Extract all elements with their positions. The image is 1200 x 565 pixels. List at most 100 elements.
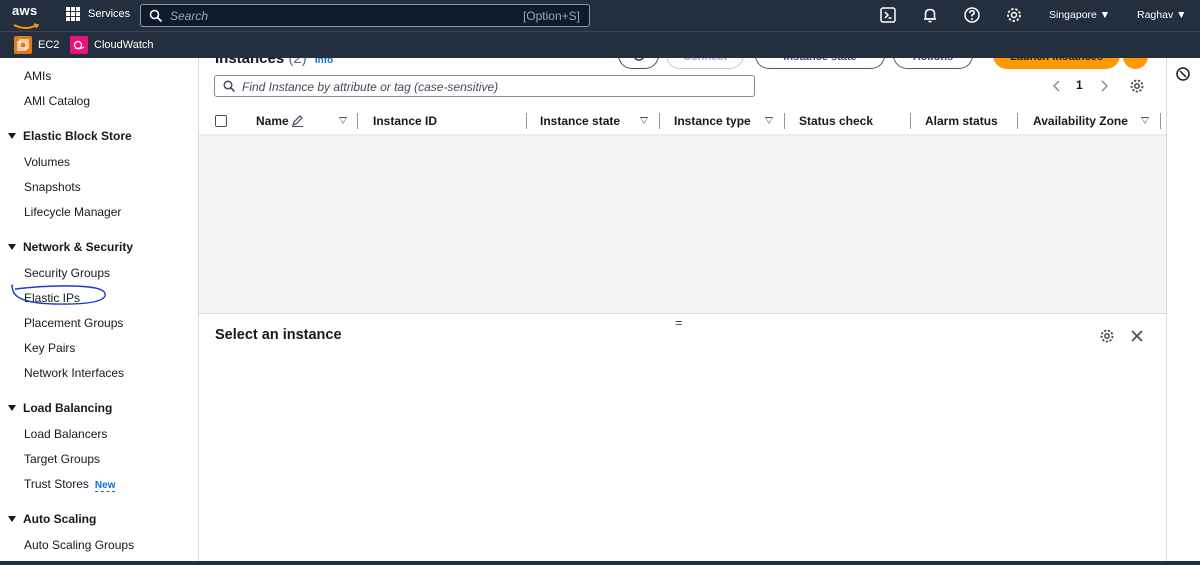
favorites-bar: EC2 CloudWatch — [0, 31, 1200, 58]
region-label: Singapore — [1049, 9, 1097, 21]
current-page[interactable]: 1 — [1076, 78, 1083, 92]
table-body — [199, 136, 1166, 313]
cloudwatch-icon — [70, 36, 88, 54]
caret-down-icon — [8, 405, 16, 411]
sidebar-item-load-balancers[interactable]: Load Balancers — [24, 427, 107, 441]
column-header-alarm-status[interactable]: Alarm status — [925, 114, 998, 128]
bottom-border — [0, 561, 1200, 565]
search-input[interactable]: Search [Option+S] — [140, 4, 590, 27]
instances-panel: Instances (2) Info Connect Instance stat… — [199, 58, 1166, 565]
column-header-availability-zone[interactable]: Availability Zone — [1033, 114, 1128, 128]
resize-handle-icon[interactable]: = — [675, 315, 683, 330]
sidebar-item-placement-groups[interactable]: Placement Groups — [24, 316, 123, 330]
column-divider[interactable] — [910, 113, 911, 129]
gear-icon[interactable] — [1129, 78, 1145, 94]
launch-dropdown-button[interactable] — [1123, 58, 1148, 69]
chevron-left-icon[interactable] — [1051, 79, 1063, 93]
right-rail — [1166, 58, 1200, 565]
sidebar-item-lifecycle-manager[interactable]: Lifecycle Manager — [24, 205, 121, 219]
cloudshell-icon[interactable] — [879, 6, 897, 24]
close-icon[interactable] — [1129, 328, 1145, 344]
sidebar-item-volumes[interactable]: Volumes — [24, 155, 70, 169]
sidebar-section-label: Network & Security — [23, 240, 133, 254]
aws-logo[interactable]: aws — [12, 4, 42, 26]
refresh-button[interactable] — [618, 58, 659, 69]
sidebar-section-elastic-block-store[interactable]: Elastic Block Store — [8, 129, 132, 143]
help-icon[interactable] — [963, 6, 981, 24]
bell-icon[interactable] — [921, 6, 939, 24]
column-header-status-check[interactable]: Status check — [799, 114, 873, 128]
search-shortcut: [Option+S] — [523, 9, 580, 23]
sidebar-section-load-balancing[interactable]: Load Balancing — [8, 401, 112, 415]
caret-down-icon — [8, 133, 16, 139]
column-divider[interactable] — [784, 113, 785, 129]
panel-header-clip: Instances (2) Info Connect Instance stat… — [199, 58, 1166, 70]
column-header-instance-type[interactable]: Instance type — [674, 114, 751, 128]
user-label: Raghav — [1137, 9, 1173, 21]
instance-state-button[interactable]: Instance state — [755, 58, 885, 69]
caret-down-icon — [8, 516, 16, 522]
edit-icon — [291, 114, 304, 127]
connect-button[interactable]: Connect — [666, 58, 744, 69]
annotation-circle — [9, 283, 109, 311]
sidebar-item-amis[interactable]: AMIs — [24, 69, 51, 83]
sidebar: AMIs AMI Catalog Elastic Block Store Vol… — [0, 58, 199, 565]
sort-caret-icon[interactable] — [640, 117, 648, 124]
sidebar-item-label: Trust Stores — [24, 477, 89, 491]
user-menu[interactable]: Raghav ▼ — [1137, 9, 1187, 21]
instance-filter-input[interactable]: Find Instance by attribute or tag (case-… — [214, 75, 755, 97]
info-panel-icon[interactable] — [1175, 66, 1191, 82]
favorite-label: EC2 — [38, 39, 59, 51]
filter-placeholder: Find Instance by attribute or tag (case-… — [242, 80, 498, 94]
split-panel-divider[interactable] — [199, 313, 1166, 314]
column-divider[interactable] — [1160, 113, 1161, 129]
column-divider[interactable] — [357, 113, 358, 129]
refresh-icon — [632, 58, 646, 62]
gear-icon[interactable] — [1005, 6, 1023, 24]
gear-icon[interactable] — [1099, 328, 1115, 344]
sort-caret-icon[interactable] — [1141, 117, 1149, 124]
sidebar-item-trust-stores[interactable]: Trust StoresNew — [24, 477, 115, 491]
region-selector[interactable]: Singapore ▼ — [1049, 9, 1110, 21]
search-icon — [223, 80, 236, 93]
actions-button[interactable]: Actions — [893, 58, 973, 69]
sidebar-section-label: Elastic Block Store — [23, 129, 132, 143]
column-header-instance-id[interactable]: Instance ID — [373, 114, 437, 128]
launch-instances-button[interactable]: Launch instances — [993, 58, 1120, 69]
page-title: Instances (2) Info — [215, 58, 333, 67]
ec2-icon — [14, 36, 32, 54]
sort-caret-icon[interactable] — [339, 117, 347, 124]
sidebar-section-auto-scaling[interactable]: Auto Scaling — [8, 512, 96, 526]
info-link[interactable]: Info — [315, 58, 333, 66]
column-divider[interactable] — [659, 113, 660, 129]
detail-panel-title: Select an instance — [215, 327, 342, 343]
search-placeholder: Search — [170, 9, 208, 23]
sidebar-section-network-security[interactable]: Network & Security — [8, 240, 133, 254]
chevron-down-icon: ▼ — [1100, 9, 1110, 21]
chevron-down-icon: ▼ — [1176, 9, 1186, 21]
favorite-ec2[interactable]: EC2 — [14, 36, 59, 54]
sort-caret-icon[interactable] — [765, 117, 773, 124]
services-menu[interactable]: Services — [66, 7, 130, 21]
column-header-instance-state[interactable]: Instance state — [540, 114, 620, 128]
sidebar-section-label: Load Balancing — [23, 401, 112, 415]
search-icon — [149, 9, 163, 23]
aws-logo-text: aws — [12, 4, 42, 18]
sidebar-item-auto-scaling-groups[interactable]: Auto Scaling Groups — [24, 538, 134, 552]
sidebar-item-ami-catalog[interactable]: AMI Catalog — [24, 94, 90, 108]
favorite-cloudwatch[interactable]: CloudWatch — [70, 36, 154, 54]
chevron-right-icon[interactable] — [1098, 79, 1110, 93]
select-all-checkbox[interactable] — [215, 115, 227, 127]
column-divider[interactable] — [1017, 113, 1018, 129]
sidebar-item-target-groups[interactable]: Target Groups — [24, 452, 100, 466]
sidebar-item-network-interfaces[interactable]: Network Interfaces — [24, 366, 124, 380]
caret-down-icon — [8, 244, 16, 250]
sidebar-item-snapshots[interactable]: Snapshots — [24, 180, 81, 194]
sidebar-item-key-pairs[interactable]: Key Pairs — [24, 341, 75, 355]
sidebar-item-security-groups[interactable]: Security Groups — [24, 266, 110, 280]
sidebar-section-label: Auto Scaling — [23, 512, 96, 526]
favorite-label: CloudWatch — [94, 39, 154, 51]
column-divider[interactable] — [526, 113, 527, 129]
column-header-name[interactable]: Name — [256, 114, 289, 128]
aws-smile-icon — [12, 23, 40, 31]
